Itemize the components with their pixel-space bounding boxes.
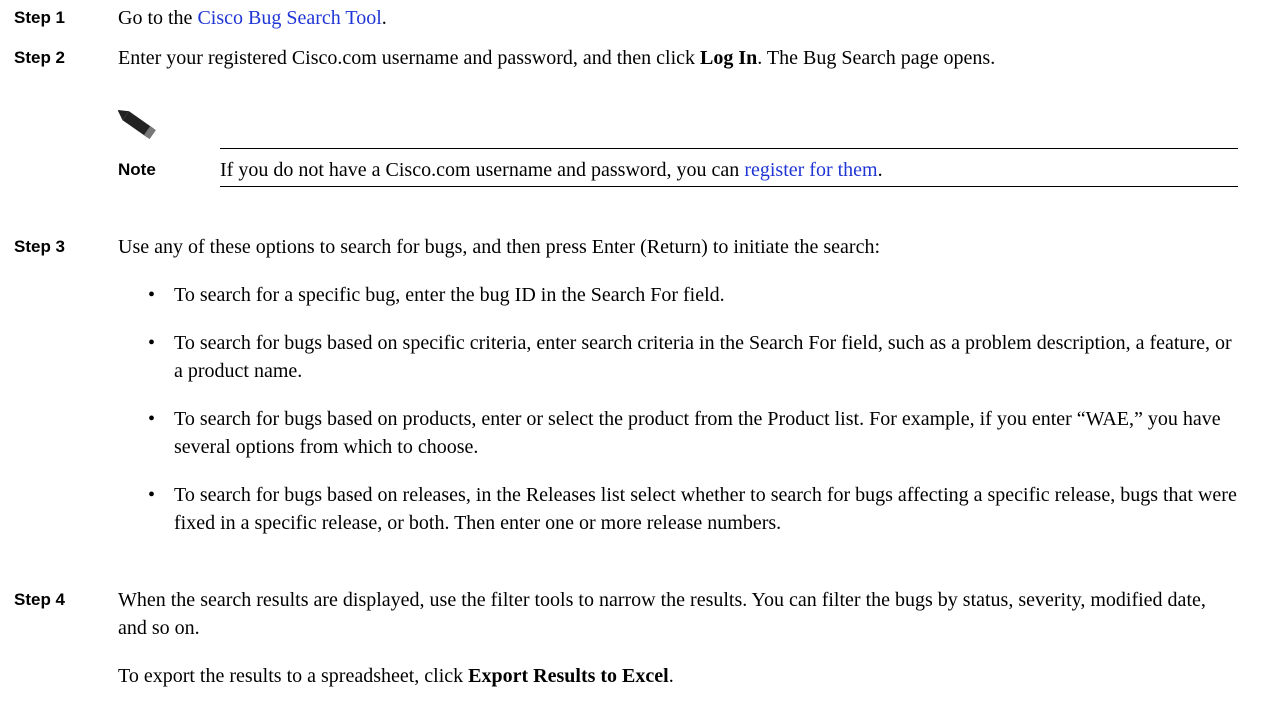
step-2-post: . The Bug Search page opens.	[757, 47, 996, 69]
export-instruction: To export the results to a spreadsheet, …	[118, 662, 1238, 690]
step-3-text: Use any of these options to search for b…	[118, 236, 881, 258]
note-pre: If you do not have a Cisco.com username …	[220, 159, 745, 181]
bullet-glyph: •	[148, 484, 156, 506]
note-post: .	[877, 159, 883, 181]
export-pre: To export the results to a spreadsheet, …	[118, 665, 469, 687]
bullet-text: To search for a specific bug, enter the …	[174, 284, 725, 306]
note-top-rule	[220, 148, 1238, 149]
step-4-label: Step 4	[14, 590, 66, 609]
step-2-label: Step 2	[14, 48, 66, 67]
bullet-text: To search for bugs based on specific cri…	[174, 332, 1232, 382]
bullet-glyph: •	[148, 408, 156, 430]
step-1-pre: Go to the	[118, 7, 198, 29]
step-2-pre: Enter your registered Cisco.com username…	[118, 47, 701, 69]
step-1-text: Go to the Cisco Bug Search Tool.	[118, 4, 1238, 32]
export-post: .	[668, 665, 674, 687]
bullet-text: To search for bugs based on releases, in…	[174, 484, 1237, 534]
step-3-label: Step 3	[14, 237, 66, 256]
export-results-term: Export Results to Excel	[468, 665, 669, 687]
note-label: Note	[118, 160, 156, 179]
pencil-icon	[118, 109, 156, 140]
step-1-post: .	[381, 7, 387, 29]
bullet-glyph: •	[148, 332, 156, 354]
step-4-text: When the search results are displayed, u…	[118, 589, 1206, 639]
register-for-them-link[interactable]: register for them	[744, 159, 877, 181]
note-bottom-rule	[220, 186, 1238, 187]
bullet-text: To search for bugs based on products, en…	[174, 408, 1221, 458]
step-1-label: Step 1	[14, 8, 66, 27]
note-text: If you do not have a Cisco.com username …	[220, 156, 883, 184]
cisco-bug-search-tool-link[interactable]: Cisco Bug Search Tool	[197, 7, 381, 29]
log-in-term: Log In	[700, 47, 758, 69]
bullet-glyph: •	[148, 284, 156, 306]
step-2-text: Enter your registered Cisco.com username…	[118, 44, 1238, 72]
